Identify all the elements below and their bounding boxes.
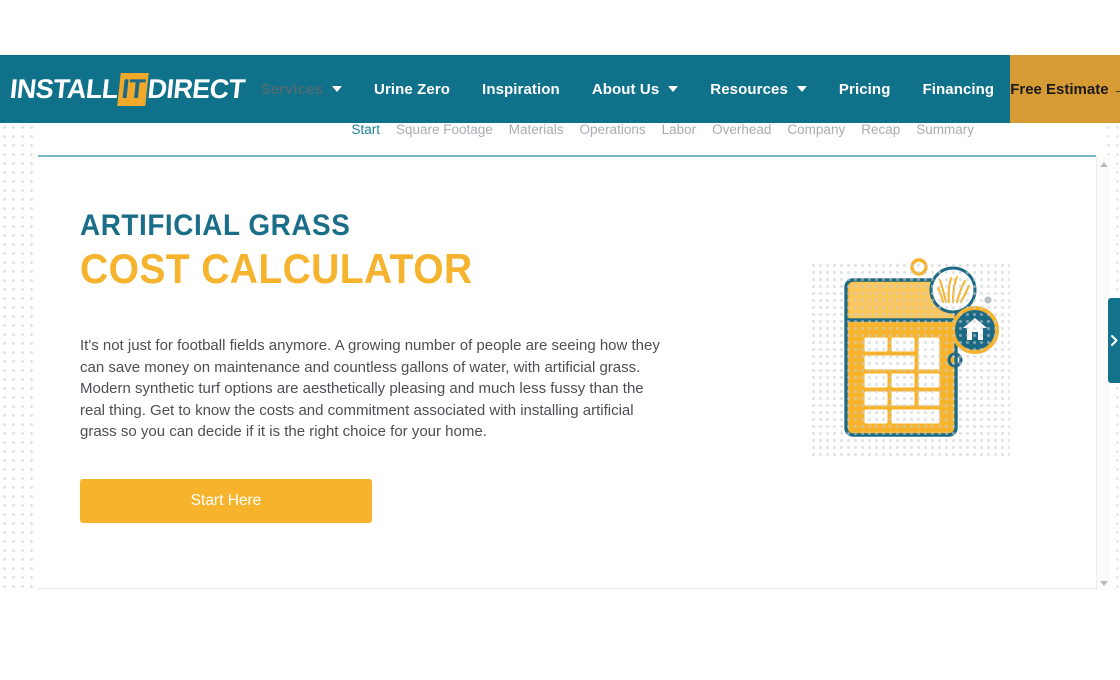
chevron-down-icon bbox=[796, 86, 807, 92]
start-here-button[interactable]: Start Here bbox=[80, 479, 372, 523]
panel-bottom-divider bbox=[38, 588, 1104, 589]
step-tab-company[interactable]: Company bbox=[779, 122, 853, 137]
nav-label: Resources bbox=[710, 80, 788, 98]
logo-text-install: INSTALL bbox=[8, 73, 120, 104]
scroll-up-arrow-icon bbox=[1099, 161, 1108, 167]
free-estimate-label: Free Estimate → bbox=[1010, 80, 1120, 98]
step-tab-recap[interactable]: Recap bbox=[853, 122, 908, 137]
chevron-down-icon bbox=[668, 86, 679, 92]
page-title: COST CALCULATOR bbox=[80, 245, 473, 292]
step-tab-start[interactable]: Start bbox=[343, 122, 388, 137]
chevron-right-icon bbox=[1110, 335, 1117, 346]
illustration-halftone-backdrop bbox=[810, 262, 1010, 457]
step-tab-labor[interactable]: Labor bbox=[654, 122, 705, 137]
free-estimate-button[interactable]: Free Estimate → bbox=[1010, 55, 1120, 123]
nav-item-financing[interactable]: Financing bbox=[906, 55, 1010, 123]
page-title-kicker: ARTIFICIAL GRASS bbox=[80, 209, 351, 242]
nav-item-resources[interactable]: Resources bbox=[694, 55, 823, 123]
nav-label: Services bbox=[260, 80, 324, 98]
side-panel-toggle[interactable] bbox=[1108, 298, 1120, 383]
nav-label: Urine Zero bbox=[374, 80, 451, 98]
nav-item-inspiration[interactable]: Inspiration bbox=[466, 55, 576, 123]
nav-item-pricing[interactable]: Pricing bbox=[823, 55, 907, 123]
intro-paragraph: It's not just for football fields anymor… bbox=[80, 337, 660, 440]
calculator-panel: ARTIFICIAL GRASS COST CALCULATOR It's no… bbox=[38, 157, 1096, 588]
page-root: INSTALL IT DIRECT Services Urine Zero Insp… bbox=[0, 0, 1120, 680]
calculator-illustration bbox=[788, 252, 1038, 482]
nav-item-about-us[interactable]: About Us bbox=[576, 55, 694, 123]
nav-label: Financing bbox=[922, 80, 995, 98]
scroll-down-arrow-icon bbox=[1099, 580, 1108, 586]
logo-badge-it: IT bbox=[117, 72, 149, 106]
nav-item-urine-zero[interactable]: Urine Zero bbox=[358, 55, 466, 123]
nav-label: Inspiration bbox=[482, 80, 560, 98]
nav-label: Pricing bbox=[838, 80, 891, 98]
scrollbar-up-button[interactable] bbox=[1097, 157, 1110, 171]
site-header: INSTALL IT DIRECT Services Urine Zero Insp… bbox=[0, 55, 1120, 123]
scrollbar-down-button[interactable] bbox=[1097, 576, 1110, 590]
chevron-down-icon bbox=[332, 86, 343, 92]
step-tab-summary[interactable]: Summary bbox=[908, 122, 982, 137]
main-navigation: Services Urine Zero Inspiration About Us… bbox=[245, 55, 1011, 123]
site-logo[interactable]: INSTALL IT DIRECT bbox=[0, 55, 247, 123]
nav-label: About Us bbox=[591, 80, 660, 98]
step-tab-square-footage[interactable]: Square Footage bbox=[388, 122, 501, 137]
logo-text-direct: DIRECT bbox=[146, 73, 247, 104]
nav-item-services[interactable]: Services bbox=[245, 55, 359, 123]
step-tab-overhead[interactable]: Overhead bbox=[704, 122, 779, 137]
step-tab-operations[interactable]: Operations bbox=[572, 122, 654, 137]
step-tab-materials[interactable]: Materials bbox=[501, 122, 572, 137]
halftone-pattern-left bbox=[0, 123, 38, 588]
start-here-label: Start Here bbox=[190, 492, 262, 509]
